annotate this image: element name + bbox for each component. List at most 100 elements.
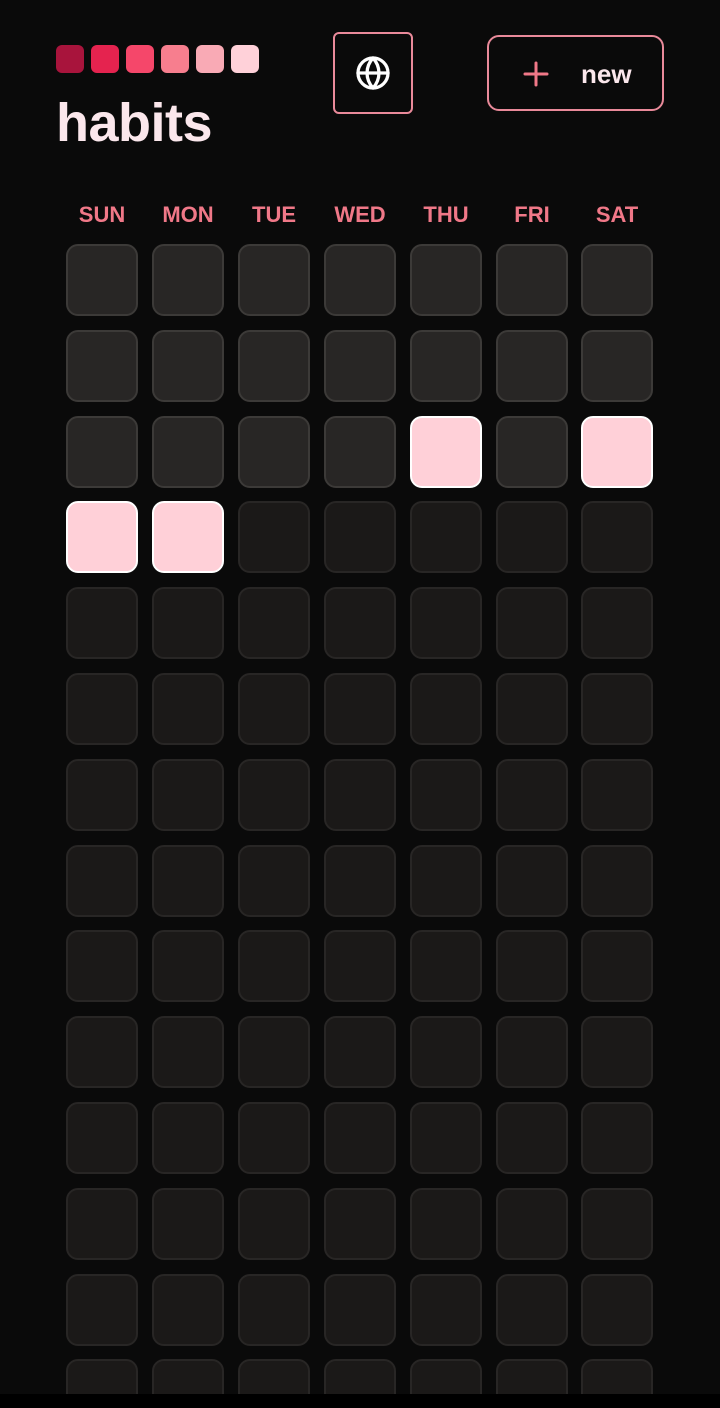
habit-day-cell[interactable] [496,501,568,573]
habit-calendar-grid [0,0,720,1396]
habit-day-cell[interactable] [410,673,482,745]
habit-day-cell[interactable] [238,416,310,488]
habit-day-cell[interactable] [324,501,396,573]
habit-day-cell[interactable] [496,1016,568,1088]
habit-day-cell[interactable] [66,244,138,316]
habit-day-cell[interactable] [581,1274,653,1346]
habit-day-cell[interactable] [581,1016,653,1088]
habit-day-cell[interactable] [410,1274,482,1346]
habit-day-completed[interactable] [581,416,653,488]
habit-day-cell[interactable] [496,673,568,745]
habit-day-cell[interactable] [66,1274,138,1346]
habit-day-cell[interactable] [410,244,482,316]
habit-day-cell[interactable] [324,1274,396,1346]
habit-day-cell[interactable] [238,244,310,316]
habit-day-cell[interactable] [581,759,653,831]
habit-day-cell[interactable] [66,1016,138,1088]
habit-day-cell[interactable] [324,416,396,488]
habit-day-cell[interactable] [238,845,310,917]
habit-day-cell[interactable] [66,673,138,745]
habit-day-cell[interactable] [238,587,310,659]
habit-day-cell[interactable] [581,1188,653,1260]
habit-day-cell[interactable] [66,330,138,402]
habit-day-cell[interactable] [324,244,396,316]
habit-day-cell[interactable] [581,1102,653,1174]
habit-day-cell[interactable] [66,1359,138,1396]
habit-day-cell[interactable] [152,1016,224,1088]
habit-day-cell[interactable] [238,759,310,831]
habit-day-completed[interactable] [410,416,482,488]
habit-day-cell[interactable] [581,587,653,659]
habit-day-cell[interactable] [66,416,138,488]
habit-day-cell[interactable] [324,1188,396,1260]
habit-day-cell[interactable] [410,587,482,659]
habit-day-cell[interactable] [496,416,568,488]
habit-day-cell[interactable] [581,1359,653,1396]
habit-day-cell[interactable] [496,330,568,402]
habit-day-cell[interactable] [152,416,224,488]
habit-day-cell[interactable] [410,930,482,1002]
habit-day-cell[interactable] [410,1102,482,1174]
habit-day-cell[interactable] [410,1188,482,1260]
habit-day-cell[interactable] [238,673,310,745]
habit-day-cell[interactable] [238,1016,310,1088]
habit-day-cell[interactable] [496,244,568,316]
habit-day-cell[interactable] [496,1359,568,1396]
habit-day-cell[interactable] [496,587,568,659]
habit-day-cell[interactable] [410,845,482,917]
habit-day-cell[interactable] [238,330,310,402]
habit-day-cell[interactable] [410,501,482,573]
habit-day-cell[interactable] [152,330,224,402]
habit-day-cell[interactable] [152,759,224,831]
habit-day-cell[interactable] [66,845,138,917]
habit-day-cell[interactable] [324,330,396,402]
habit-day-cell[interactable] [238,1102,310,1174]
habit-day-cell[interactable] [581,845,653,917]
habit-day-cell[interactable] [410,1359,482,1396]
habit-day-cell[interactable] [410,759,482,831]
habit-day-cell[interactable] [496,1102,568,1174]
habit-day-cell[interactable] [152,1188,224,1260]
habit-day-cell[interactable] [581,673,653,745]
habit-day-cell[interactable] [324,1102,396,1174]
habit-day-cell[interactable] [581,501,653,573]
habit-day-cell[interactable] [496,845,568,917]
habit-day-cell[interactable] [66,1188,138,1260]
habit-day-cell[interactable] [324,930,396,1002]
habit-day-cell[interactable] [66,759,138,831]
habit-day-cell[interactable] [581,244,653,316]
habit-day-cell[interactable] [238,1274,310,1346]
habit-day-cell[interactable] [152,587,224,659]
habit-day-cell[interactable] [152,845,224,917]
habit-day-cell[interactable] [496,1188,568,1260]
habit-day-cell[interactable] [66,1102,138,1174]
habit-day-cell[interactable] [152,930,224,1002]
habit-day-cell[interactable] [152,1274,224,1346]
habit-day-cell[interactable] [152,673,224,745]
habit-day-cell[interactable] [324,845,396,917]
habit-day-cell[interactable] [238,1359,310,1396]
habit-day-cell[interactable] [324,673,396,745]
habit-day-cell[interactable] [581,930,653,1002]
habit-day-cell[interactable] [496,1274,568,1346]
habit-day-cell[interactable] [66,930,138,1002]
habit-day-cell[interactable] [410,1016,482,1088]
habit-day-cell[interactable] [66,587,138,659]
habit-day-cell[interactable] [324,587,396,659]
habit-day-cell[interactable] [238,501,310,573]
habit-day-cell[interactable] [152,244,224,316]
habit-day-cell[interactable] [238,1188,310,1260]
habit-day-cell[interactable] [410,330,482,402]
habit-day-cell[interactable] [324,1016,396,1088]
habit-day-cell[interactable] [496,759,568,831]
habit-day-cell[interactable] [581,330,653,402]
bottom-edge [0,1394,720,1408]
habit-day-cell[interactable] [496,930,568,1002]
habit-day-cell[interactable] [152,1102,224,1174]
habit-day-cell[interactable] [152,1359,224,1396]
habit-day-cell[interactable] [324,1359,396,1396]
habit-day-completed[interactable] [152,501,224,573]
habit-day-cell[interactable] [238,930,310,1002]
habit-day-completed[interactable] [66,501,138,573]
habit-day-cell[interactable] [324,759,396,831]
